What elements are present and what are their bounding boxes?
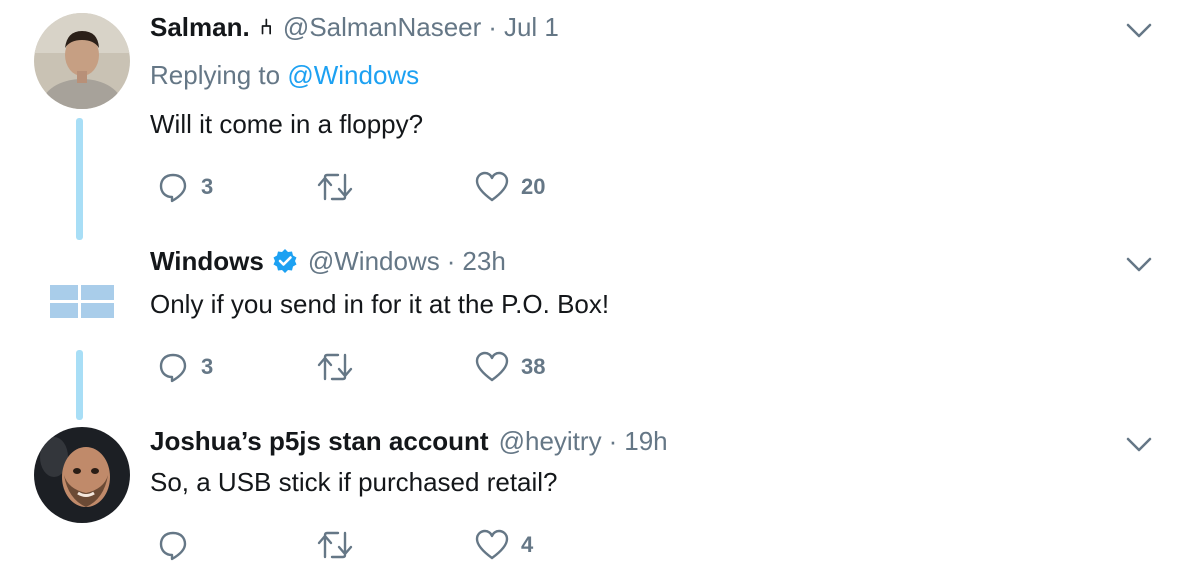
reply-count: 3 (201, 354, 214, 379)
avatar-joshua[interactable] (34, 427, 130, 523)
replying-prefix: Replying to (150, 60, 288, 90)
name-badge: ⑃ (259, 14, 273, 39)
tweet-text: Will it come in a floppy? (150, 109, 424, 139)
like-button[interactable]: 20 (475, 167, 545, 207)
separator-dot: · (446, 246, 456, 276)
tweet-header: Windows @Windows · 23h (150, 246, 506, 276)
reply-icon (159, 173, 187, 203)
retweet-button[interactable] (316, 525, 366, 565)
retweet-button[interactable] (316, 347, 366, 387)
user-handle[interactable]: @heyitry (499, 426, 602, 456)
chevron-down-icon[interactable] (1126, 437, 1152, 453)
thread-line (76, 118, 83, 240)
separator-dot: · (488, 12, 497, 42)
like-button[interactable]: 38 (475, 347, 545, 387)
avatar-windows[interactable] (34, 253, 130, 349)
tweet-actions: 3 20 (150, 167, 650, 207)
windows-logo-icon (50, 285, 114, 318)
avatar-salman[interactable] (34, 13, 130, 109)
timestamp[interactable]: 23h (462, 246, 505, 276)
heart-icon (475, 351, 509, 382)
display-name[interactable]: Salman. (150, 12, 250, 42)
reply-icon (159, 531, 187, 561)
display-name[interactable]: Joshua’s p5js stan account (150, 426, 489, 456)
like-count: 20 (521, 174, 546, 199)
like-count: 4 (521, 532, 534, 557)
user-handle[interactable]: @Windows (308, 246, 440, 276)
tweet-header: Salman. ⑃ @SalmanNaseer · Jul 1 (150, 12, 559, 42)
reply-icon (159, 353, 187, 383)
verified-badge-icon (273, 249, 297, 273)
retweet-icon (317, 353, 353, 381)
like-button[interactable]: 4 (475, 525, 533, 565)
replying-to-line: Replying to @Windows (150, 60, 419, 90)
retweet-icon (317, 531, 353, 559)
user-handle[interactable]: @SalmanNaseer (283, 12, 481, 42)
reply-button[interactable] (157, 525, 201, 565)
tweet-actions: 4 (150, 525, 650, 565)
user-photo-icon (34, 427, 130, 523)
tweet-3[interactable]: Joshua’s p5js stan account @heyitry · 19… (0, 420, 1187, 576)
tweet-text: So, a USB stick if purchased retail? (150, 467, 558, 497)
user-photo-icon (34, 13, 130, 109)
chevron-down-icon[interactable] (1126, 257, 1152, 273)
like-count: 38 (521, 354, 546, 379)
reply-button[interactable]: 3 (157, 167, 213, 207)
retweet-icon (317, 173, 353, 201)
tweet-header: Joshua’s p5js stan account @heyitry · 19… (150, 426, 668, 456)
heart-icon (475, 171, 509, 202)
display-name[interactable]: Windows (150, 246, 264, 276)
heart-icon (475, 529, 509, 560)
tweet-text: Only if you send in for it at the P.O. B… (150, 289, 610, 319)
tweet-1[interactable]: Salman. ⑃ @SalmanNaseer · Jul 1 Replying… (0, 0, 1187, 240)
timestamp[interactable]: 19h (624, 426, 667, 456)
separator-dot: · (608, 426, 618, 456)
reply-count: 3 (201, 174, 214, 199)
timestamp[interactable]: Jul 1 (504, 12, 559, 42)
retweet-button[interactable] (316, 167, 366, 207)
tweet-2[interactable]: Windows @Windows · 23h Only if you send … (0, 240, 1187, 420)
replying-to-link[interactable]: @Windows (287, 60, 419, 90)
reply-button[interactable]: 3 (157, 347, 213, 387)
tweet-actions: 3 38 (150, 347, 650, 387)
chevron-down-icon[interactable] (1126, 23, 1152, 39)
thread-line (76, 350, 83, 420)
